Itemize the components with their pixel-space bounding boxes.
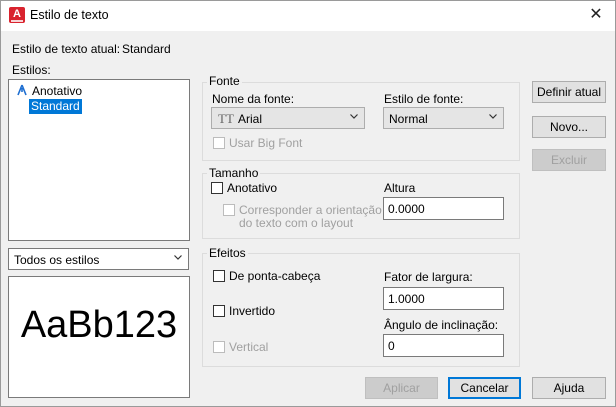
big-font-checkbox[interactable] [213,137,225,149]
font-group-title: Fonte [207,74,242,88]
vertical-label: Vertical [229,340,269,354]
font-style-dropdown[interactable]: Normal [383,107,504,129]
backwards-label: Invertido [229,304,276,318]
apply-button[interactable]: Aplicar [365,377,438,399]
size-annotative-checkbox[interactable] [211,182,223,194]
window-title: Estilo de texto [30,8,109,22]
match-orientation-label-line1: Corresponder a orientação [239,203,382,217]
styles-filter-dropdown[interactable]: Todos os estilos [8,248,189,270]
autocad-app-icon: A [9,7,25,23]
upside-down-label: De ponta-cabeça [229,269,321,283]
new-button[interactable]: Novo... [532,116,606,138]
delete-button[interactable]: Excluir [532,149,606,171]
chevron-down-icon [350,114,358,119]
set-current-button[interactable]: Definir atual [532,81,606,103]
style-item-anotativo[interactable]: Anotativo [32,84,82,98]
font-style-label: Estilo de fonte: [384,92,464,106]
cancel-button[interactable]: Cancelar [448,377,521,399]
big-font-label: Usar Big Font [229,136,303,150]
style-item-standard[interactable]: Standard [29,99,82,114]
size-group-title: Tamanho [207,166,261,180]
current-style-label: Estilo de texto atual: [12,42,121,56]
truetype-icon: TT [218,111,234,126]
chevron-down-icon [174,255,182,260]
styles-filter-value: Todos os estilos [14,253,100,267]
height-value: 0.0000 [388,202,425,216]
upside-down-checkbox[interactable] [213,270,225,282]
chevron-down-icon [489,114,497,119]
preview-text: AaBb123 [20,304,178,346]
annotative-icon [16,84,28,96]
backwards-checkbox[interactable] [213,305,225,317]
size-annotative-label: Anotativo [227,181,278,195]
width-factor-label: Fator de largura: [384,270,473,284]
height-label: Altura [384,181,416,195]
font-name-dropdown[interactable]: TT Arial [211,107,365,129]
effects-group-title: Efeitos [207,246,248,260]
height-input[interactable]: 0.0000 [383,197,504,220]
match-orientation-label-line2: do texto com o layout [239,216,354,230]
oblique-angle-value: 0 [388,339,395,353]
vertical-checkbox[interactable] [213,341,225,353]
font-name-label: Nome da fonte: [212,92,295,106]
current-style-value: Standard [122,42,171,56]
oblique-angle-input[interactable]: 0 [383,334,504,357]
width-factor-value: 1.0000 [388,292,425,306]
help-button[interactable]: Ajuda [532,377,606,399]
close-icon[interactable]: ✕ [585,5,607,25]
oblique-angle-label: Ângulo de inclinação: [384,318,499,332]
match-orientation-checkbox[interactable] [223,204,235,216]
font-name-value: Arial [238,112,263,126]
styles-label: Estilos: [12,63,51,77]
font-style-value: Normal [389,112,428,126]
width-factor-input[interactable]: 1.0000 [383,287,504,310]
